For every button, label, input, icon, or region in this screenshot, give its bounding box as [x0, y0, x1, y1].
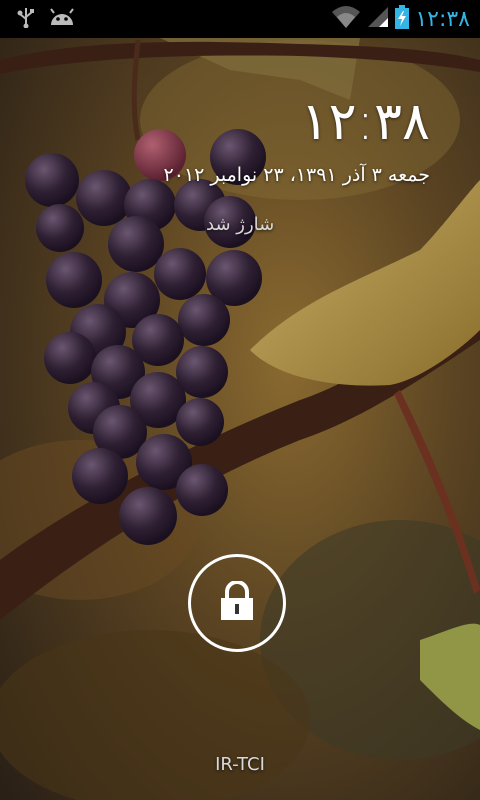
unlock-handle[interactable] [188, 554, 286, 652]
lock-icon [219, 580, 255, 625]
lockscreen-date: جمعه ۳ آذر ۱۳۹۱، ۲۳ نوامبر ۲۰۱۲ [163, 164, 430, 186]
status-bar-time: ۱۲:۳۸ [415, 6, 470, 32]
android-debug-icon [48, 7, 76, 31]
lockscreen-clock: ۱۲:۳۸ [300, 92, 430, 152]
carrier-label: IR-TCI [215, 754, 265, 775]
wifi-icon [331, 6, 361, 32]
charge-status: شارژ شد [206, 214, 275, 235]
battery-charging-icon [395, 5, 410, 33]
status-bar[interactable]: ۱۲:۳۸ [0, 0, 480, 38]
cell-signal-icon [367, 6, 389, 32]
usb-icon [16, 6, 36, 32]
